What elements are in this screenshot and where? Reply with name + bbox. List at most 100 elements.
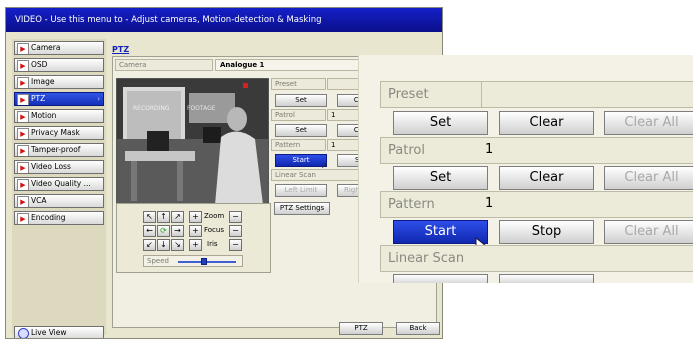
zoom-pattern-stop-button[interactable]: Stop <box>499 220 594 244</box>
linear-scan-label: Linear Scan <box>275 171 316 179</box>
sidebar-item-video-loss[interactable]: ▶ Video Loss <box>14 160 104 174</box>
zoom-pattern-clear-all-button[interactable]: Clear All <box>604 220 693 244</box>
sidebar-item-label: Motion <box>31 111 57 120</box>
window-title: VIDEO - Use this menu to - Adjust camera… <box>6 8 442 32</box>
live-view-button[interactable]: Live View <box>14 326 104 338</box>
sidebar-item-encoding[interactable]: ▶ Encoding <box>14 211 104 225</box>
arrow-up-left-icon[interactable]: ↖ <box>143 211 156 223</box>
page-title[interactable]: PTZ <box>112 45 129 54</box>
speed-label: Speed <box>147 257 169 265</box>
camera-overlay-right: FOOTAGE <box>187 105 216 112</box>
iris-label: Iris <box>207 240 218 248</box>
arrow-right-icon: ▶ <box>17 43 29 54</box>
sidebar-item-camera[interactable]: ▶ Camera <box>14 41 104 55</box>
sidebar-item-label: Video Loss <box>31 162 71 171</box>
zoom-in-button[interactable]: + <box>189 211 202 223</box>
camera-select[interactable]: Analogue 1 <box>215 59 367 71</box>
left-limit-button[interactable]: Left Limit <box>275 184 327 197</box>
divider <box>481 82 482 107</box>
arrow-down-right-icon[interactable]: ↘ <box>171 239 184 251</box>
zoom-patrol-row: Patrol 1 <box>380 137 693 164</box>
preset-label-cell: Preset <box>271 78 326 90</box>
zoom-left-limit-button[interactable] <box>393 274 488 283</box>
arrow-up-right-icon[interactable]: ↗ <box>171 211 184 223</box>
camera-label: Camera <box>119 61 147 69</box>
sidebar-item-ptz[interactable]: ▶ PTZ › <box>14 92 104 106</box>
sidebar-item-tamper-proof[interactable]: ▶ Tamper-proof <box>14 143 104 157</box>
sidebar-item-osd[interactable]: ▶ OSD <box>14 58 104 72</box>
sidebar-item-label: Tamper-proof <box>31 145 81 154</box>
focus-far-button[interactable]: − <box>229 225 242 237</box>
arrow-down-left-icon[interactable]: ↙ <box>143 239 156 251</box>
arrow-right-icon: ▶ <box>17 60 29 71</box>
zoom-preset-row: Preset <box>380 81 693 108</box>
auto-scan-icon[interactable]: ⟳ <box>157 225 170 237</box>
camera-feed-image <box>117 79 268 205</box>
preset-label: Preset <box>275 80 297 88</box>
sidebar-item-label: PTZ <box>31 94 46 103</box>
speed-slider-thumb[interactable] <box>201 258 208 265</box>
sidebar-item-video-quality[interactable]: ▶ Video Quality ... <box>14 177 104 191</box>
zoom-linear-scan-row: Linear Scan <box>380 245 693 272</box>
iris-open-button[interactable]: + <box>189 239 202 251</box>
zoom-pattern-row: Pattern 1 <box>380 191 693 218</box>
sidebar-item-image[interactable]: ▶ Image <box>14 75 104 89</box>
arrow-right-icon[interactable]: → <box>171 225 184 237</box>
zoom-preset-label: Preset <box>388 87 429 102</box>
zoom-out-button[interactable]: − <box>229 211 242 223</box>
zoom-patrol-value: 1 <box>485 142 494 157</box>
focus-label: Focus <box>204 226 224 234</box>
pattern-value: 1 <box>331 141 336 149</box>
arrow-right-icon: ▶ <box>17 196 29 207</box>
arrow-up-icon[interactable]: ↑ <box>157 211 170 223</box>
arrow-left-icon[interactable]: ← <box>143 225 156 237</box>
arrow-right-icon: ▶ <box>17 162 29 173</box>
ptz-settings-button[interactable]: PTZ Settings <box>274 202 330 215</box>
arrow-right-icon: ▶ <box>17 77 29 88</box>
arrow-right-icon: ▶ <box>17 128 29 139</box>
pattern-label-cell: Pattern <box>271 139 326 151</box>
zoom-right-limit-button[interactable] <box>499 274 594 283</box>
iris-close-button[interactable]: − <box>229 239 242 251</box>
zoom-patrol-clear-all-button[interactable]: Clear All <box>604 166 693 190</box>
sidebar-item-label: Video Quality ... <box>31 179 91 188</box>
chevron-right-icon: › <box>97 95 100 103</box>
back-button[interactable]: Back <box>396 322 440 335</box>
camera-preview: RECORDING FOOTAGE <box>116 78 269 206</box>
sidebar-item-label: Encoding <box>31 213 66 222</box>
zoom-preset-clear-button[interactable]: Clear <box>499 111 594 135</box>
sidebar-item-vca[interactable]: ▶ VCA <box>14 194 104 208</box>
pattern-label: Pattern <box>275 141 301 149</box>
zoom-pattern-value: 1 <box>485 196 494 211</box>
zoom-patrol-clear-button[interactable]: Clear <box>499 166 594 190</box>
sidebar-item-motion[interactable]: ▶ Motion <box>14 109 104 123</box>
camera-overlay-left: RECORDING <box>133 105 170 112</box>
arrow-right-icon: ▶ <box>17 111 29 122</box>
sidebar-item-label: VCA <box>31 196 47 205</box>
zoom-patrol-set-button[interactable]: Set <box>393 166 488 190</box>
patrol-value: 1 <box>331 111 336 119</box>
zoom-preset-clear-all-button[interactable]: Clear All <box>604 111 693 135</box>
zoom-label: Zoom <box>204 212 225 220</box>
arrow-down-icon[interactable]: ↓ <box>157 239 170 251</box>
live-view-label: Live View <box>31 328 67 337</box>
patrol-label: Patrol <box>275 111 295 119</box>
arrow-right-icon: ▶ <box>17 145 29 156</box>
ptz-button[interactable]: PTZ <box>339 322 383 335</box>
zoom-preset-set-button[interactable]: Set <box>393 111 488 135</box>
pattern-start-button[interactable]: Start <box>275 154 327 167</box>
arrow-right-icon: ▶ <box>17 213 29 224</box>
zoom-linear-scan-label: Linear Scan <box>388 251 465 266</box>
sidebar-item-privacy-mask[interactable]: ▶ Privacy Mask <box>14 126 104 140</box>
arrow-right-icon: ▶ <box>17 179 29 190</box>
zoom-pattern-start-button[interactable]: Start <box>393 220 488 244</box>
preset-set-button[interactable]: Set <box>275 94 327 107</box>
patrol-label-cell: Patrol <box>271 109 326 121</box>
speed-control: Speed <box>143 255 243 267</box>
sidebar-item-label: Camera <box>31 43 61 52</box>
focus-near-button[interactable]: + <box>189 225 202 237</box>
live-view-icon <box>18 328 29 338</box>
camera-value: Analogue 1 <box>220 61 265 69</box>
patrol-set-button[interactable]: Set <box>275 124 327 137</box>
sidebar-item-label: OSD <box>31 60 48 69</box>
